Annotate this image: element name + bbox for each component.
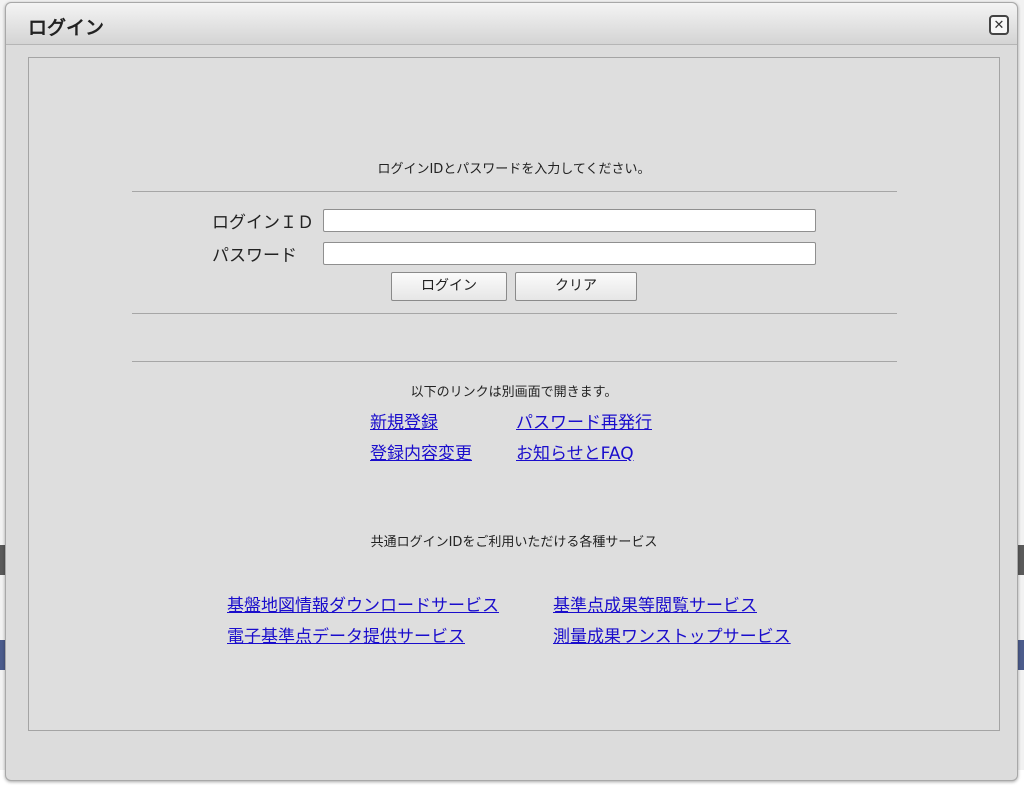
divider	[132, 191, 897, 192]
divider	[132, 313, 897, 314]
clear-button[interactable]: クリア	[515, 272, 637, 301]
login-id-label: ログインＩＤ	[212, 213, 314, 233]
service-link[interactable]: 基準点成果等閲覧サービス	[553, 591, 757, 616]
dialog-titlebar[interactable]: ログイン ✕	[6, 3, 1017, 45]
password-input[interactable]	[323, 242, 816, 265]
dialog-content: ログインIDとパスワードを入力してください。 ログインＩＤ パスワード ログイン…	[28, 57, 1000, 731]
register-link[interactable]: 新規登録	[370, 408, 438, 433]
links-note: 以下のリンクは別画面で開きます。	[410, 385, 618, 400]
divider	[132, 361, 897, 362]
service-link[interactable]: 基盤地図情報ダウンロードサービス	[227, 591, 499, 616]
services-title: 共通ログインIDをご利用いただける各種サービス	[370, 535, 658, 550]
close-icon[interactable]: ✕	[989, 15, 1009, 35]
dialog-title: ログイン	[28, 17, 105, 39]
news-faq-link[interactable]: お知らせとFAQ	[516, 439, 634, 464]
login-button[interactable]: ログイン	[391, 272, 507, 301]
service-link[interactable]: 測量成果ワンストップサービス	[553, 622, 791, 647]
login-id-input[interactable]	[323, 209, 816, 232]
service-link[interactable]: 電子基準点データ提供サービス	[227, 622, 465, 647]
reissue-password-link[interactable]: パスワード再発行	[516, 408, 652, 433]
password-label: パスワード	[212, 246, 297, 266]
change-registration-link[interactable]: 登録内容変更	[370, 439, 472, 464]
login-instruction: ログインIDとパスワードを入力してください。	[377, 162, 651, 177]
login-dialog: ログイン ✕ ログインIDとパスワードを入力してください。 ログインＩＤ パスワ…	[5, 2, 1018, 781]
